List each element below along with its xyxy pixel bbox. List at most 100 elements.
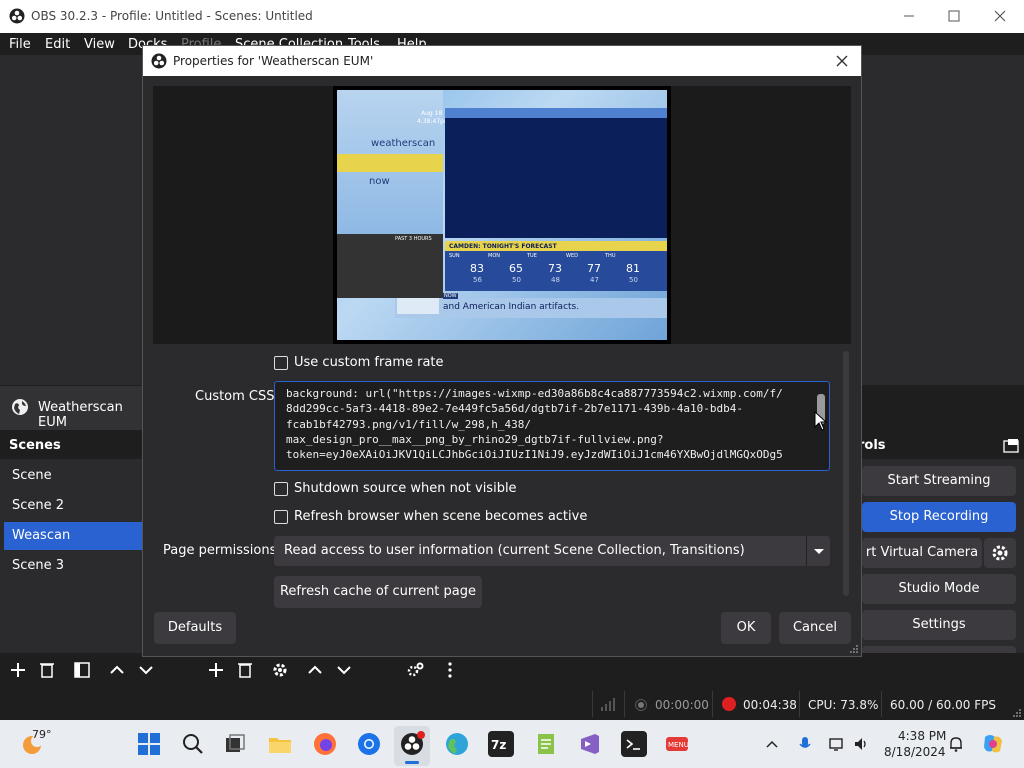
dialog-scrollbar[interactable] bbox=[843, 351, 849, 596]
ws-day: WED bbox=[566, 253, 578, 259]
scene-item[interactable]: Scene bbox=[4, 462, 144, 490]
close-window-button[interactable] bbox=[977, 0, 1023, 33]
firefox-icon[interactable] bbox=[312, 731, 338, 757]
ws-day: THU bbox=[605, 253, 616, 259]
page-permissions-label: Page permissions bbox=[163, 543, 277, 558]
ws-hi: 83 bbox=[470, 262, 484, 275]
source-properties-icon[interactable] bbox=[267, 657, 293, 683]
remove-source-icon[interactable] bbox=[232, 657, 258, 683]
dialog-resize-grip-icon[interactable] bbox=[849, 644, 859, 654]
ok-button[interactable]: OK bbox=[721, 612, 771, 644]
ws-lo: 48 bbox=[551, 276, 560, 284]
studio-mode-button[interactable]: Studio Mode bbox=[862, 574, 1016, 604]
ws-lo: 47 bbox=[590, 276, 599, 284]
source-toolbar: Weatherscan EUM bbox=[0, 386, 150, 430]
controls-dock-title: rols bbox=[858, 438, 886, 453]
resize-grip-icon[interactable] bbox=[1012, 708, 1022, 718]
move-down-icon[interactable] bbox=[133, 657, 159, 683]
ws-past: PAST 3 HOURS bbox=[395, 236, 432, 242]
copilot-icon[interactable] bbox=[980, 731, 1006, 757]
minimize-button[interactable] bbox=[886, 0, 932, 33]
ws-lo: 50 bbox=[629, 276, 638, 284]
search-icon[interactable] bbox=[180, 731, 206, 757]
move-up-icon[interactable] bbox=[104, 657, 130, 683]
terminal-icon[interactable] bbox=[621, 731, 647, 757]
filters-icon[interactable] bbox=[69, 657, 95, 683]
ws-now: now bbox=[369, 176, 390, 187]
custom-css-textarea[interactable]: background: url("https://images-wixmp-ed… bbox=[274, 381, 830, 471]
add-scene-icon[interactable] bbox=[5, 657, 31, 683]
source-preview: Aug 18 4:38:47pm weatherscan now PAST 3 … bbox=[153, 86, 851, 344]
weatherscan-frame: Aug 18 4:38:47pm weatherscan now PAST 3 … bbox=[333, 86, 671, 344]
shutdown-source-checkbox[interactable] bbox=[274, 482, 288, 496]
page-permissions-value: Read access to user information (current… bbox=[284, 543, 745, 558]
dialog-close-button[interactable] bbox=[831, 50, 853, 72]
task-view-icon[interactable] bbox=[222, 731, 248, 757]
ws-logo bbox=[397, 298, 439, 314]
obs-logo-icon bbox=[9, 8, 25, 24]
7zip-icon[interactable]: 7z bbox=[488, 731, 514, 757]
settings-button[interactable]: Settings bbox=[862, 610, 1016, 640]
obs-logo-icon bbox=[151, 53, 167, 69]
scenes-dock-title: Scenes bbox=[9, 438, 61, 453]
svg-text:MENU: MENU bbox=[668, 741, 689, 749]
scene-item[interactable]: Scene 3 bbox=[4, 552, 144, 580]
notepad-icon[interactable] bbox=[533, 731, 559, 757]
ws-hi: 77 bbox=[587, 262, 601, 275]
properties-dialog: Properties for 'Weatherscan EUM' Aug 18 … bbox=[142, 45, 862, 657]
stop-recording-button[interactable]: Stop Recording bbox=[862, 502, 1016, 532]
ws-ticker: and American Indian artifacts. bbox=[443, 302, 580, 312]
add-source-icon[interactable] bbox=[203, 657, 229, 683]
file-explorer-icon[interactable] bbox=[267, 731, 293, 757]
scenes-dock: Scenes Scene Scene 2 Weascan Scene 3 bbox=[0, 433, 150, 653]
network-icon[interactable] bbox=[828, 735, 846, 753]
ws-day: TUE bbox=[527, 253, 537, 259]
maximize-button[interactable] bbox=[931, 0, 977, 33]
more-options-icon[interactable] bbox=[437, 657, 463, 683]
refresh-cache-button[interactable]: Refresh cache of current page bbox=[274, 576, 482, 608]
refresh-browser-checkbox[interactable] bbox=[274, 510, 288, 524]
microphone-icon[interactable] bbox=[796, 735, 814, 753]
clock-date[interactable]: 8/18/2024 bbox=[884, 745, 946, 759]
chevron-down-icon[interactable] bbox=[806, 536, 830, 566]
custom-frame-rate-checkbox[interactable] bbox=[274, 356, 288, 370]
menu-edit[interactable]: Edit bbox=[45, 37, 70, 52]
start-streaming-button[interactable]: Start Streaming bbox=[862, 466, 1016, 496]
scene-item-selected[interactable]: Weascan bbox=[4, 522, 144, 550]
custom-frame-rate-label: Use custom frame rate bbox=[294, 355, 444, 370]
obs-taskbar-icon[interactable] bbox=[399, 731, 425, 757]
recording-time: 00:04:38 bbox=[743, 698, 797, 712]
start-button[interactable] bbox=[136, 731, 162, 757]
start-virtual-camera-button[interactable]: rt Virtual Camera bbox=[862, 538, 982, 568]
scene-item[interactable]: Scene 2 bbox=[4, 492, 144, 520]
stream-time: 00:00:00 bbox=[655, 698, 709, 712]
ws-lo: 50 bbox=[512, 276, 521, 284]
tray-expand-icon[interactable] bbox=[763, 735, 781, 753]
ws-hi: 65 bbox=[509, 262, 523, 275]
shutdown-source-label: Shutdown source when not visible bbox=[294, 481, 517, 496]
defaults-button[interactable]: Defaults bbox=[154, 612, 236, 644]
audio-settings-icon[interactable] bbox=[402, 657, 428, 683]
volume-icon[interactable] bbox=[852, 735, 870, 753]
menu-file[interactable]: File bbox=[9, 37, 31, 52]
svg-text:7z: 7z bbox=[491, 738, 506, 752]
globe-icon bbox=[11, 398, 29, 416]
recording-indicator-icon bbox=[722, 697, 736, 711]
chrome-icon[interactable] bbox=[356, 731, 382, 757]
app-globe-icon[interactable] bbox=[444, 731, 470, 757]
virtual-camera-settings-button[interactable] bbox=[984, 538, 1016, 568]
notifications-icon[interactable] bbox=[947, 735, 965, 753]
page-permissions-select[interactable]: Read access to user information (current… bbox=[274, 536, 830, 566]
visual-studio-icon[interactable] bbox=[577, 731, 603, 757]
remove-scene-icon[interactable] bbox=[34, 657, 60, 683]
source-down-icon[interactable] bbox=[331, 657, 357, 683]
source-up-icon[interactable] bbox=[302, 657, 328, 683]
clock-time[interactable]: 4:38 PM bbox=[898, 729, 946, 743]
stream-status-icon bbox=[635, 699, 647, 711]
cancel-button[interactable]: Cancel bbox=[779, 612, 851, 644]
undock-icon[interactable] bbox=[1002, 437, 1020, 455]
menu-app-icon[interactable]: MENU bbox=[664, 731, 690, 757]
menu-view[interactable]: View bbox=[84, 37, 115, 52]
fps-readout: 60.00 / 60.00 FPS bbox=[890, 698, 996, 712]
ws-date: Aug 18 bbox=[421, 110, 443, 117]
